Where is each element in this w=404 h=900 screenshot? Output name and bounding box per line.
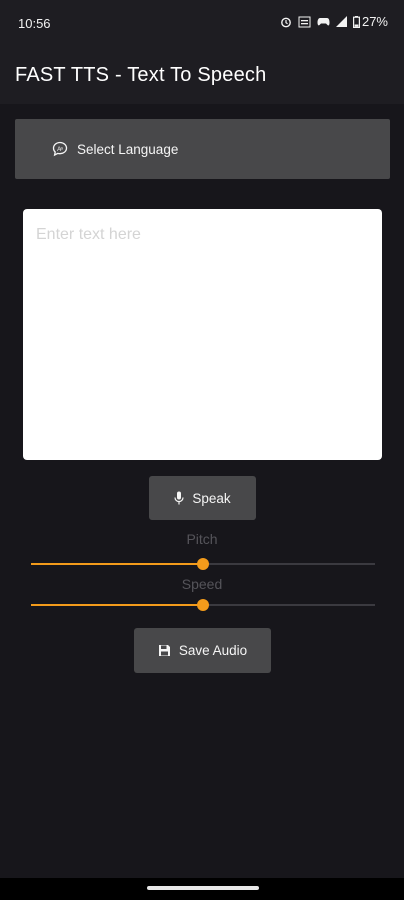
pitch-label: Pitch (186, 531, 218, 547)
status-time: 10:56 (18, 16, 51, 31)
save-audio-button[interactable]: Save Audio (134, 628, 271, 673)
select-language-button[interactable]: A a Select Language (15, 119, 390, 179)
mic-icon (174, 491, 184, 505)
wifi-calling-icon (298, 16, 311, 27)
app-bar: FAST TTS - Text To Speech (0, 46, 404, 104)
select-language-label: Select Language (77, 142, 179, 157)
pitch-slider[interactable] (31, 556, 375, 572)
home-indicator[interactable] (147, 886, 259, 890)
speed-slider-fill (31, 604, 203, 606)
svg-text:a: a (60, 145, 63, 150)
speed-slider-thumb[interactable] (197, 599, 209, 611)
status-icons: 27% (280, 14, 388, 29)
navigation-bar (0, 878, 404, 900)
speak-label: Speak (192, 490, 231, 506)
alarm-icon (281, 17, 291, 27)
save-icon (158, 645, 170, 656)
signal-icon (335, 16, 347, 27)
battery-icon (352, 15, 360, 28)
battery-percent: 27% (361, 14, 388, 29)
speed-label: Speed (181, 576, 223, 592)
speak-button[interactable]: Speak (149, 476, 256, 520)
text-input[interactable] (23, 209, 382, 460)
speed-slider[interactable] (31, 597, 375, 613)
pitch-slider-fill (31, 563, 203, 565)
language-chat-icon: A a (52, 141, 68, 157)
game-controller-icon (317, 17, 330, 25)
pitch-slider-thumb[interactable] (197, 558, 209, 570)
status-bar: 10:56 27% (0, 0, 404, 46)
save-audio-label: Save Audio (178, 643, 248, 658)
app-title: FAST TTS - Text To Speech (15, 64, 267, 86)
